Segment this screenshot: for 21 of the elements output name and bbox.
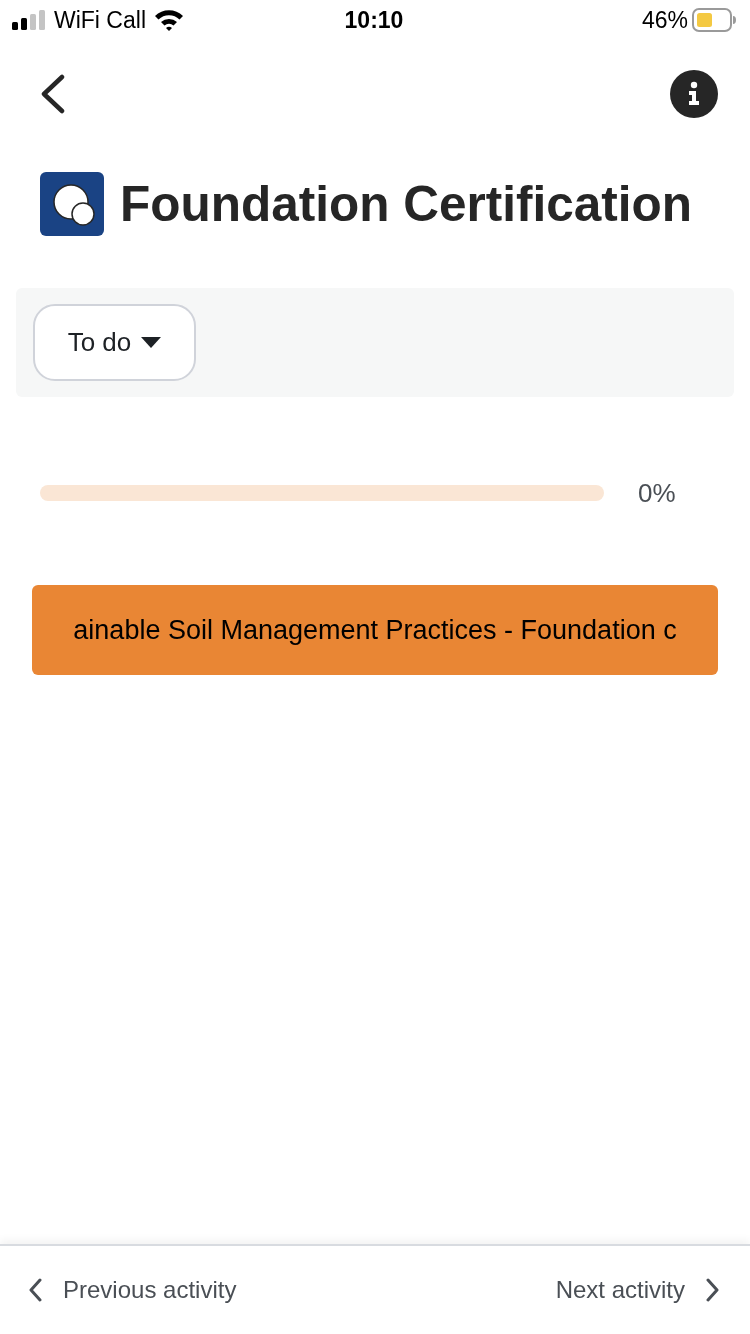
- chevron-right-icon: [705, 1278, 720, 1302]
- filter-dropdown[interactable]: To do: [33, 304, 196, 381]
- course-title: Foundation Certification: [120, 175, 692, 233]
- carrier-label: WiFi Call: [54, 6, 146, 34]
- chevron-left-icon: [28, 1278, 43, 1302]
- activity-banner[interactable]: ainable Soil Management Practices - Foundation c: [32, 585, 718, 675]
- back-button[interactable]: [40, 74, 66, 114]
- info-icon: [670, 70, 718, 118]
- wifi-icon: [154, 9, 184, 31]
- previous-activity-link[interactable]: Previous activity: [28, 1276, 237, 1304]
- next-activity-link[interactable]: Next activity: [555, 1276, 720, 1304]
- progress-percentage: 0%: [638, 477, 676, 509]
- activity-title: ainable Soil Management Practices - Foundation c: [73, 614, 677, 646]
- info-button[interactable]: [670, 70, 718, 118]
- course-logo-icon: [40, 172, 104, 236]
- caret-icon: [141, 337, 162, 348]
- battery-percentage: 46%: [641, 6, 688, 34]
- signal-icon: [12, 10, 46, 30]
- status-time: 10:10: [344, 6, 404, 34]
- back-icon: [40, 74, 66, 114]
- battery-icon: [692, 8, 736, 32]
